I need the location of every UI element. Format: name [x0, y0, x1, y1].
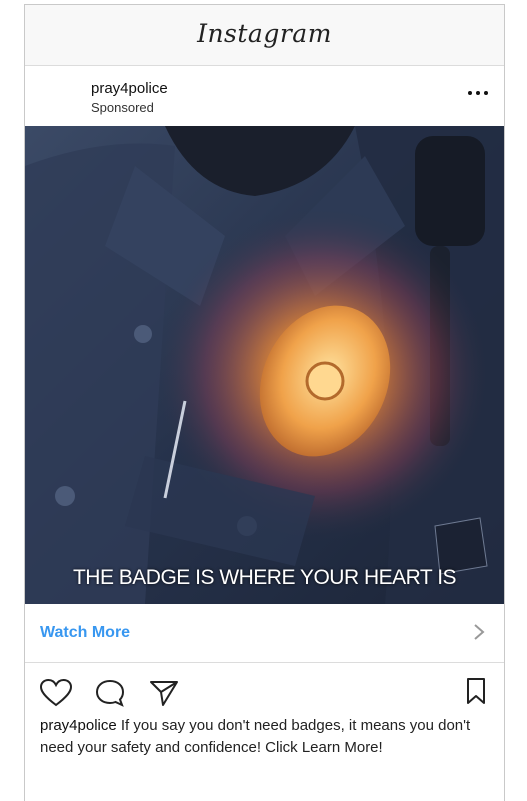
post-caption: pray4police If you say you don't need ba… [40, 715, 495, 759]
post-image[interactable]: THE BADGE IS WHERE YOUR HEART IS [25, 126, 504, 604]
watch-more-link[interactable]: Watch More [40, 624, 130, 642]
paper-plane-icon[interactable] [149, 679, 179, 707]
comment-icon[interactable] [95, 679, 125, 707]
watch-more-bar[interactable]: Watch More [25, 604, 504, 663]
bookmark-icon[interactable] [465, 677, 487, 705]
post-username[interactable]: pray4police [91, 80, 168, 97]
sponsored-label: Sponsored [91, 100, 154, 115]
police-badge-image [25, 126, 504, 604]
instagram-post-frame: Instagram pray4police Sponsored THE BADG… [24, 4, 505, 801]
caption-username[interactable]: pray4police [40, 717, 117, 734]
instagram-logo: Instagram [197, 19, 332, 48]
action-bar [25, 667, 504, 717]
more-options-icon[interactable] [468, 88, 490, 100]
heart-icon[interactable] [40, 679, 72, 707]
chevron-right-icon[interactable] [472, 622, 486, 642]
post-header: pray4police Sponsored [25, 66, 504, 126]
top-bar: Instagram [25, 5, 504, 66]
image-caption-text: THE BADGE IS WHERE YOUR HEART IS [72, 566, 457, 589]
